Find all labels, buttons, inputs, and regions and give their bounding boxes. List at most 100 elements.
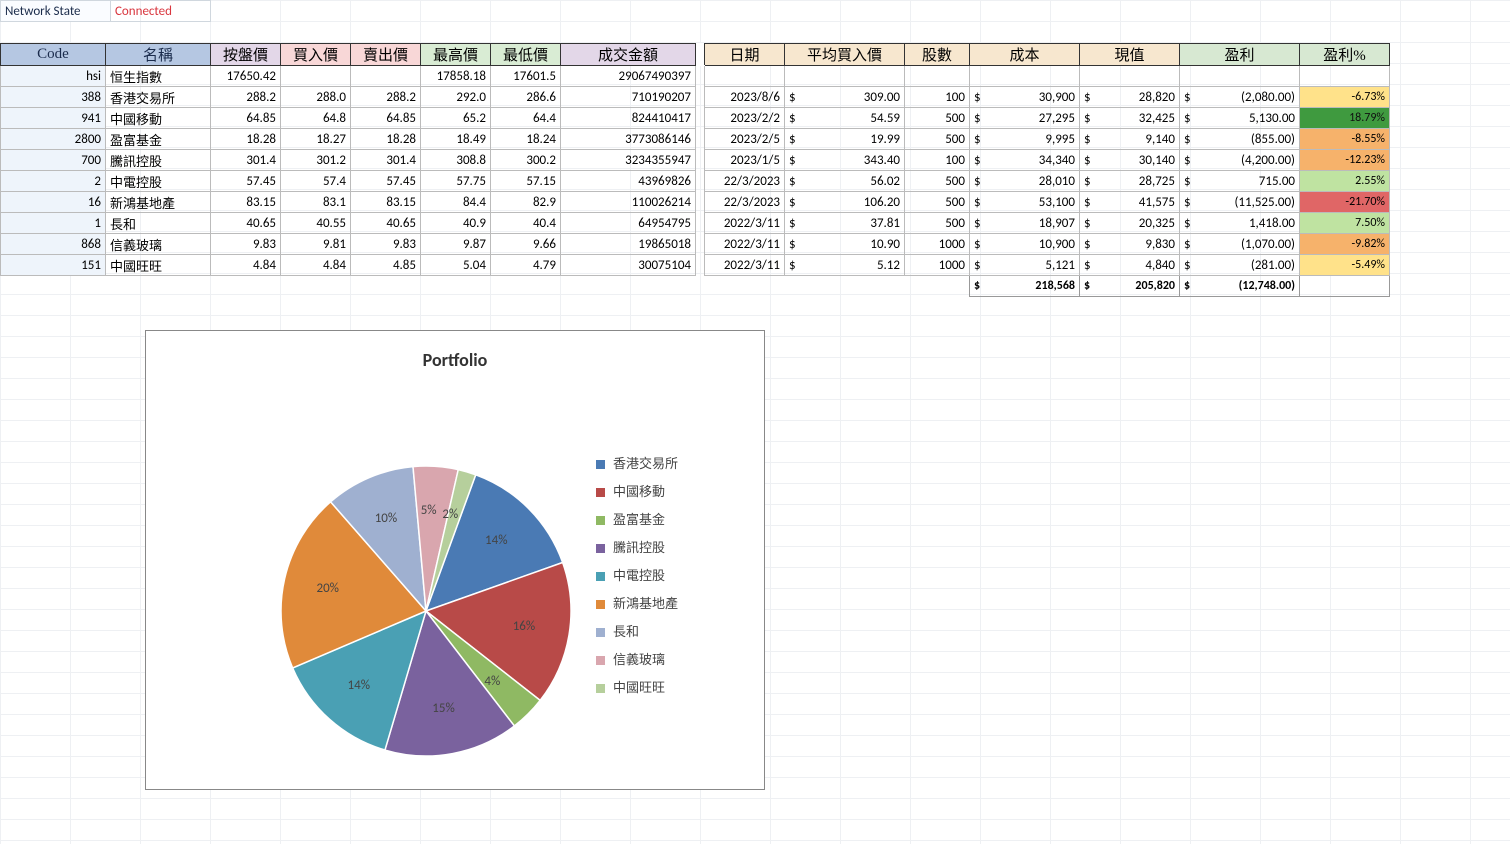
cell-bid[interactable]: 64.8 <box>281 108 351 129</box>
cell-name[interactable]: 盈富基金 <box>106 129 211 150</box>
cell-shares[interactable]: 500 <box>905 192 970 213</box>
cell-plpct[interactable]: -12.23% <box>1300 150 1390 171</box>
cell-code[interactable]: 151 <box>1 255 106 276</box>
cell-curval[interactable] <box>1080 66 1180 87</box>
legend-item[interactable]: 盈富基金 <box>596 507 678 535</box>
cell-low[interactable]: 286.6 <box>491 87 561 108</box>
table-row[interactable]: 2中電控股57.4557.457.4557.7557.154396982622/… <box>1 171 1390 192</box>
cell-avg[interactable]: $10.90 <box>785 234 905 255</box>
cell-cost[interactable]: $5,121 <box>970 255 1080 276</box>
cell-avg[interactable]: $19.99 <box>785 129 905 150</box>
cell-turnover[interactable]: 64954795 <box>561 213 696 234</box>
cell-shares[interactable]: 500 <box>905 213 970 234</box>
table-row[interactable]: 868信義玻璃9.839.819.839.879.66198650182022/… <box>1 234 1390 255</box>
portfolio-pie-chart[interactable]: Portfolio 香港交易所中國移動盈富基金騰訊控股中電控股新鴻基地產長和信義… <box>145 330 765 790</box>
hdr-date[interactable]: 日期 <box>705 44 785 66</box>
cell-cost[interactable]: $30,900 <box>970 87 1080 108</box>
cell-date[interactable]: 22/3/2023 <box>705 171 785 192</box>
cell-code[interactable]: 16 <box>1 192 106 213</box>
cell-high[interactable]: 292.0 <box>421 87 491 108</box>
cell-name[interactable]: 中國旺旺 <box>106 255 211 276</box>
cell-pl[interactable]: $(1,070.00) <box>1180 234 1300 255</box>
cell-curval[interactable]: $9,140 <box>1080 129 1180 150</box>
cell-date[interactable] <box>705 66 785 87</box>
legend-item[interactable]: 中電控股 <box>596 563 678 591</box>
cell-low[interactable]: 64.4 <box>491 108 561 129</box>
cell-bid[interactable]: 83.1 <box>281 192 351 213</box>
cell-name[interactable]: 恒生指數 <box>106 66 211 87</box>
cell-ask[interactable]: 4.85 <box>351 255 421 276</box>
cell-pl[interactable]: $(4,200.00) <box>1180 150 1300 171</box>
cell-price[interactable]: 288.2 <box>211 87 281 108</box>
cell-pl[interactable]: $(2,080.00) <box>1180 87 1300 108</box>
table-row[interactable]: 151中國旺旺4.844.844.855.044.79300751042022/… <box>1 255 1390 276</box>
cell-plpct[interactable]: 2.55% <box>1300 171 1390 192</box>
cell-pl[interactable]: $5,130.00 <box>1180 108 1300 129</box>
hdr-shares[interactable]: 股數 <box>905 44 970 66</box>
cell-low[interactable]: 17601.5 <box>491 66 561 87</box>
cell-plpct[interactable]: -9.82% <box>1300 234 1390 255</box>
cell-code[interactable]: 941 <box>1 108 106 129</box>
cell-bid[interactable] <box>281 66 351 87</box>
table-row[interactable]: 388香港交易所288.2288.0288.2292.0286.67101902… <box>1 87 1390 108</box>
cell-low[interactable]: 300.2 <box>491 150 561 171</box>
cell-shares[interactable]: 500 <box>905 171 970 192</box>
cell-curval[interactable]: $28,725 <box>1080 171 1180 192</box>
cell-date[interactable]: 2023/2/2 <box>705 108 785 129</box>
cell-shares[interactable] <box>905 66 970 87</box>
cell-name[interactable]: 騰訊控股 <box>106 150 211 171</box>
cell-name[interactable]: 香港交易所 <box>106 87 211 108</box>
cell-curval[interactable]: $9,830 <box>1080 234 1180 255</box>
cell-date[interactable]: 22/3/2023 <box>705 192 785 213</box>
cell-avg[interactable]: $5.12 <box>785 255 905 276</box>
cell-name[interactable]: 中國移動 <box>106 108 211 129</box>
cell-bid[interactable]: 40.55 <box>281 213 351 234</box>
cell-high[interactable]: 5.04 <box>421 255 491 276</box>
cell-price[interactable]: 18.28 <box>211 129 281 150</box>
cell-code[interactable]: 2 <box>1 171 106 192</box>
cell-bid[interactable]: 4.84 <box>281 255 351 276</box>
cell-high[interactable]: 308.8 <box>421 150 491 171</box>
hdr-avg[interactable]: 平均買入價 <box>785 44 905 66</box>
hdr-name[interactable]: 名稱 <box>106 44 211 66</box>
cell-cost[interactable]: $10,900 <box>970 234 1080 255</box>
cell-curval[interactable]: $30,140 <box>1080 150 1180 171</box>
cell-bid[interactable]: 57.4 <box>281 171 351 192</box>
cell-turnover[interactable]: 30075104 <box>561 255 696 276</box>
cell-high[interactable]: 18.49 <box>421 129 491 150</box>
cell-pl[interactable]: $715.00 <box>1180 171 1300 192</box>
cell-bid[interactable]: 9.81 <box>281 234 351 255</box>
cell-turnover[interactable]: 3234355947 <box>561 150 696 171</box>
cell-name[interactable]: 長和 <box>106 213 211 234</box>
cell-cost[interactable]: $27,295 <box>970 108 1080 129</box>
cell-turnover[interactable]: 710190207 <box>561 87 696 108</box>
cell-plpct[interactable]: -6.73% <box>1300 87 1390 108</box>
cell-code[interactable]: hsi <box>1 66 106 87</box>
cell-plpct[interactable]: -8.55% <box>1300 129 1390 150</box>
legend-item[interactable]: 新鴻基地產 <box>596 591 678 619</box>
cell-name[interactable]: 中電控股 <box>106 171 211 192</box>
legend-item[interactable]: 中國移動 <box>596 479 678 507</box>
hdr-pl[interactable]: 盈利 <box>1180 44 1300 66</box>
cell-pl[interactable]: $(11,525.00) <box>1180 192 1300 213</box>
cell-plpct[interactable] <box>1300 66 1390 87</box>
cell-low[interactable]: 57.15 <box>491 171 561 192</box>
table-row[interactable]: hsi恒生指數17650.4217858.1817601.52906749039… <box>1 66 1390 87</box>
cell-ask[interactable]: 18.28 <box>351 129 421 150</box>
cell-code[interactable]: 1 <box>1 213 106 234</box>
cell-price[interactable]: 9.83 <box>211 234 281 255</box>
cell-shares[interactable]: 500 <box>905 129 970 150</box>
cell-cost[interactable]: $18,907 <box>970 213 1080 234</box>
cell-shares[interactable]: 1000 <box>905 255 970 276</box>
cell-ask[interactable]: 64.85 <box>351 108 421 129</box>
hdr-cost[interactable]: 成本 <box>970 44 1080 66</box>
cell-date[interactable]: 2023/2/5 <box>705 129 785 150</box>
cell-curval[interactable]: $20,325 <box>1080 213 1180 234</box>
cell-shares[interactable]: 500 <box>905 108 970 129</box>
hdr-bid[interactable]: 買入價 <box>281 44 351 66</box>
hdr-curval[interactable]: 現值 <box>1080 44 1180 66</box>
legend-item[interactable]: 中國旺旺 <box>596 675 678 703</box>
hdr-high[interactable]: 最高價 <box>421 44 491 66</box>
cell-plpct[interactable]: -5.49% <box>1300 255 1390 276</box>
cell-high[interactable]: 9.87 <box>421 234 491 255</box>
